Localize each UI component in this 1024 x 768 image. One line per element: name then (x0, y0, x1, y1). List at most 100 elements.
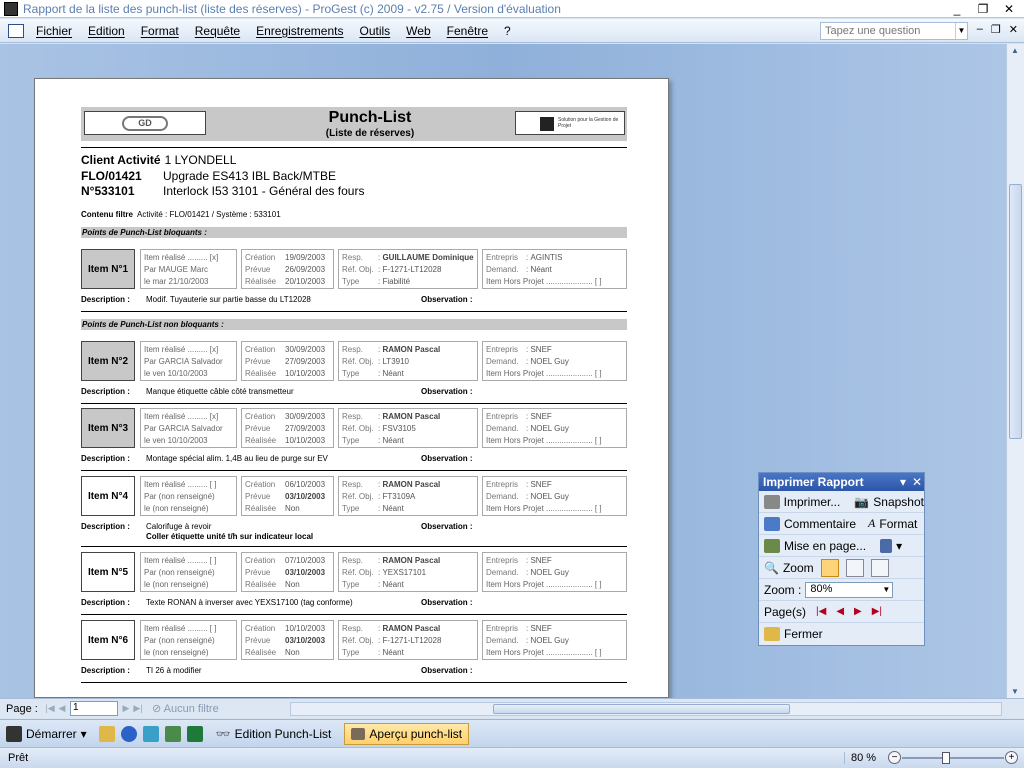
description-label: Description : (81, 522, 130, 531)
realisee-date: 10/10/2003 (285, 436, 326, 445)
horizontal-scroll-thumb[interactable] (493, 704, 790, 714)
resp-value: RAMON Pascal (382, 480, 441, 489)
export-icon[interactable] (880, 538, 893, 553)
snapshot-button[interactable]: Snapshot (873, 495, 924, 509)
zoom-knob[interactable] (942, 752, 950, 764)
responsable-box: Resp.: RAMON Pascal Réf. Obj.: FSV3105 Typ… (338, 408, 478, 448)
observation-label: Observation : (421, 454, 473, 463)
print-button[interactable]: Imprimer... (784, 495, 841, 509)
dates-box: Création 07/10/2003 Prévue 03/10/2003 Réalis… (241, 552, 334, 592)
prevue-label: Prévue (245, 424, 271, 433)
realisation-box: Item réalisé ......... [x] Par GARCIA Sal… (140, 408, 237, 448)
prev-page-icon[interactable]: ◀ (836, 606, 844, 617)
page-setup-button[interactable]: Mise en page... (784, 539, 866, 553)
entrepris-value: AGINTIS (530, 253, 563, 262)
description-text: Modif. Tuyauterie sur partie basse du LT… (146, 295, 311, 305)
realisee-date: Non (285, 504, 300, 513)
next-page-icon[interactable]: ▶ (854, 606, 862, 617)
excel-icon[interactable] (186, 725, 203, 742)
observation-label: Observation : (421, 666, 473, 675)
two-page-view-icon[interactable] (845, 558, 864, 577)
item-le: le ven 10/10/2003 (144, 369, 208, 378)
entreprise-box: Entrepris: SNEF Demand.: NOEL Guy Item Hor… (482, 620, 627, 660)
description-label: Description : (81, 666, 130, 675)
next-page-icon[interactable]: ▶ (120, 703, 132, 714)
description-line-1: Calorifuge à revoir (146, 522, 212, 531)
folder-icon (764, 627, 780, 641)
item-realise: Item réalisé ......... [ ] (144, 480, 217, 489)
observation-label: Observation : (421, 522, 473, 531)
item-le: le (non renseigné) (144, 580, 209, 589)
close-report-button[interactable]: Fermer (784, 627, 823, 641)
doc-minimize-button[interactable]: – (977, 23, 983, 36)
menu-help[interactable]: ? (496, 24, 519, 38)
menu-requete[interactable]: Requête (187, 24, 248, 38)
resp-label: Resp. (342, 412, 363, 421)
menu-edition[interactable]: Edition (80, 24, 133, 38)
minimize-button[interactable]: _ (948, 2, 966, 16)
prevue-date: 03/10/2003 (285, 492, 326, 501)
dates-box: Création 30/09/2003 Prévue 27/09/2003 Réalis… (241, 341, 334, 381)
panel-close-icon[interactable]: ✕ (910, 475, 924, 489)
no-filter-indicator[interactable]: ⊘ Aucun filtre (152, 702, 219, 715)
start-button[interactable]: Démarrer ▾ (0, 725, 93, 742)
menu-fichier[interactable]: Fichier (28, 24, 80, 38)
ie-icon[interactable] (120, 725, 137, 742)
vertical-scrollbar[interactable]: ▲ ▼ (1006, 44, 1024, 698)
description-line-1: Modif. Tuyauterie sur partie basse du LT… (146, 295, 311, 304)
page-number-input[interactable]: 1 (70, 701, 118, 716)
menu-enregistrements[interactable]: Enregistrements (248, 24, 351, 38)
zoom-slider[interactable]: − + (888, 751, 1018, 765)
close-button[interactable]: ✕ (1000, 2, 1018, 16)
horizontal-scrollbar[interactable] (290, 702, 1002, 716)
menu-format[interactable]: Format (133, 24, 187, 38)
comment-button[interactable]: Commentaire (784, 517, 856, 531)
desktop-icon[interactable] (142, 725, 159, 742)
zoom-button[interactable]: Zoom (783, 561, 814, 575)
realisee-label: Réalisée (245, 580, 277, 589)
vertical-scroll-thumb[interactable] (1009, 184, 1022, 439)
first-page-icon[interactable]: |◀ (44, 703, 56, 714)
task-edition-punch-list[interactable]: 👓 Edition Punch-List (209, 723, 339, 745)
menu-outils[interactable]: Outils (351, 24, 398, 38)
one-page-view-icon[interactable] (820, 558, 839, 577)
demand-label: Demand. (486, 568, 519, 577)
maximize-button[interactable]: ❐ (974, 2, 992, 16)
zoom-level: 80 % (844, 752, 888, 764)
menu-fenetre[interactable]: Fenêtre (439, 24, 496, 38)
zoom-out-icon[interactable]: − (888, 751, 901, 764)
first-page-icon[interactable]: |◀ (816, 606, 826, 617)
app-icon[interactable] (4, 1, 18, 16)
item-realise: Item réalisé ......... [x] (144, 253, 219, 262)
creation-date: 19/09/2003 (285, 253, 326, 262)
scroll-down-icon[interactable]: ▼ (1011, 687, 1019, 696)
hors-projet: Item Hors Projet ..................... [… (486, 648, 602, 657)
realisee-date: Non (285, 648, 300, 657)
refobj-label: Réf. Obj. (342, 636, 374, 645)
menu-web[interactable]: Web (398, 24, 438, 38)
menu-bar: Fichier Edition Format Requête Enregistr… (0, 19, 1024, 43)
last-page-icon[interactable]: ▶| (872, 606, 882, 617)
task-apercu-punch-list[interactable]: Aperçu punch-list (344, 722, 470, 745)
responsable-box: Resp.: RAMON Pascal Réf. Obj.: F-1271-LT1… (338, 620, 478, 660)
folder-search-icon[interactable] (98, 725, 115, 742)
doc-close-button[interactable]: ✕ (1009, 23, 1018, 36)
item-divider (81, 403, 627, 404)
last-page-icon[interactable]: ▶| (132, 703, 144, 714)
four-page-view-icon[interactable] (870, 558, 889, 577)
prev-page-icon[interactable]: ◀ (56, 703, 68, 714)
chevron-down-icon[interactable]: ▼ (955, 23, 967, 39)
print-report-panel: Imprimer Rapport ▾ ✕ Imprimer... 📷 Snapsho… (758, 472, 925, 646)
panel-menu-icon[interactable]: ▾ (896, 475, 910, 489)
zoom-select[interactable]: 80% ▼ (805, 581, 894, 598)
format-button[interactable]: Format (879, 517, 917, 531)
entreprise-box: Entrepris: SNEF Demand.: NOEL Guy Item Hor… (482, 552, 627, 592)
resp-label: Resp. (342, 480, 363, 489)
chevron-down-icon[interactable]: ▼ (880, 583, 892, 597)
scroll-up-icon[interactable]: ▲ (1011, 46, 1019, 55)
ask-question-input[interactable]: Tapez une question ▼ (820, 22, 968, 40)
zoom-in-icon[interactable]: + (1005, 751, 1018, 764)
document-icon[interactable] (8, 23, 24, 38)
calculator-icon[interactable] (164, 725, 181, 742)
doc-restore-button[interactable]: ❐ (991, 23, 1001, 36)
